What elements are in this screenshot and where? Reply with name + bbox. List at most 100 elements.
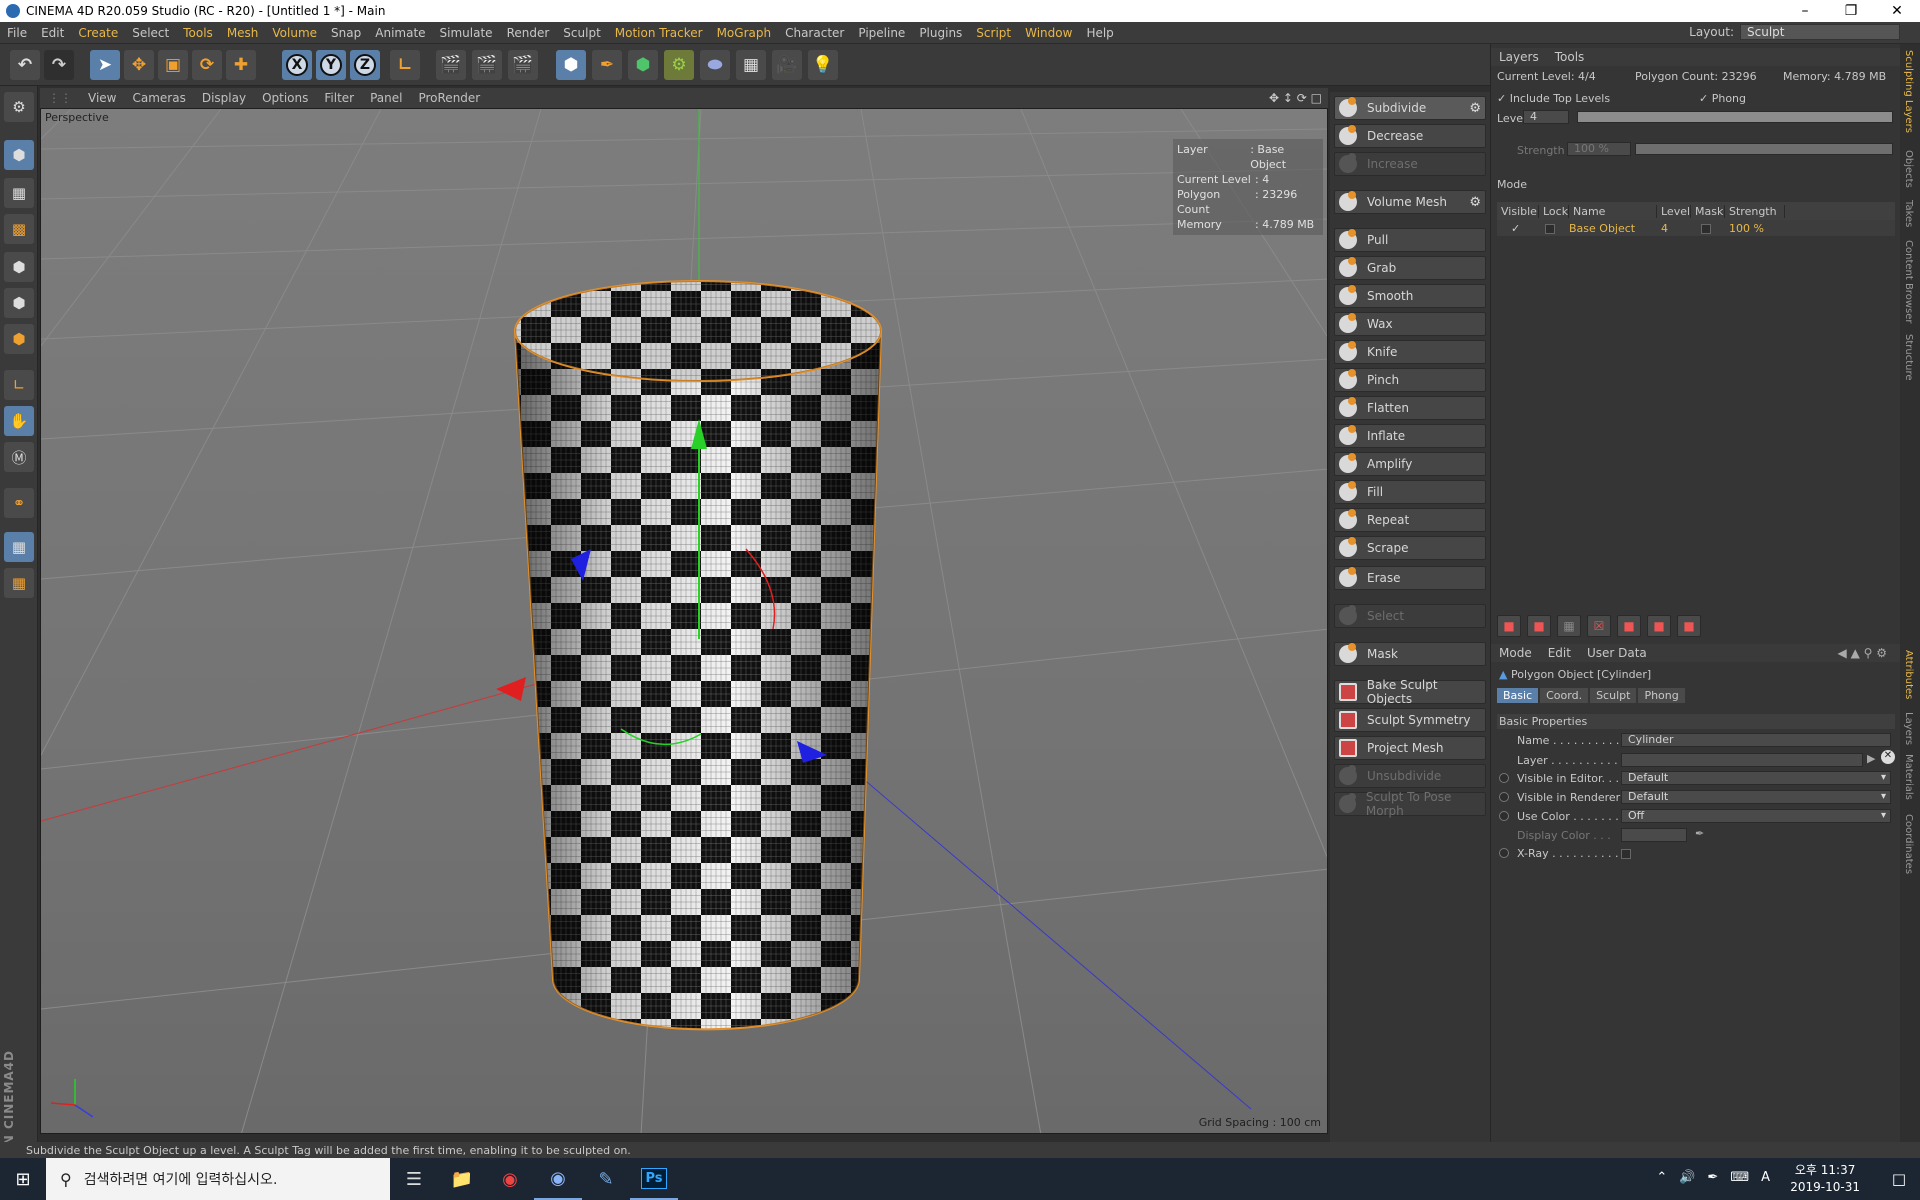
- vp-menu-display[interactable]: Display: [194, 91, 254, 105]
- menu-sculpt[interactable]: Sculpt: [556, 26, 607, 40]
- vis-renderer-radio[interactable]: [1499, 792, 1509, 802]
- layer-field[interactable]: [1621, 753, 1863, 767]
- decrease-button[interactable]: Decrease: [1334, 124, 1486, 148]
- locked-workplane-icon[interactable]: ▦: [4, 532, 34, 562]
- merge-layer-icon[interactable]: ■: [1647, 615, 1671, 637]
- chrome-icon[interactable]: ◉: [486, 1158, 534, 1200]
- vp-menu-options[interactable]: Options: [254, 91, 316, 105]
- copy-layer-icon[interactable]: ■: [1617, 615, 1641, 637]
- texture-mode-icon[interactable]: ▦: [4, 178, 34, 208]
- vis-editor-dropdown[interactable]: Default: [1621, 771, 1891, 785]
- task-view-icon[interactable]: ☰: [390, 1158, 438, 1200]
- brush-inflate-button[interactable]: Inflate: [1334, 424, 1486, 448]
- file-explorer-icon[interactable]: 📁: [438, 1158, 486, 1200]
- points-mode-icon[interactable]: ⬢: [4, 252, 34, 282]
- menu-select[interactable]: Select: [125, 26, 176, 40]
- mask-button[interactable]: Mask: [1334, 642, 1486, 666]
- layout-dropdown[interactable]: Sculpt: [1740, 24, 1900, 40]
- vtab-takes[interactable]: Takes: [1903, 200, 1914, 227]
- menu-mograph[interactable]: MoGraph: [710, 26, 779, 40]
- vtab-content-browser[interactable]: Content Browser: [1903, 240, 1914, 323]
- floor-icon[interactable]: ▦: [736, 50, 766, 80]
- visible-check-icon[interactable]: ✓: [1497, 222, 1539, 235]
- notification-icon[interactable]: □: [1892, 1170, 1906, 1188]
- subdivide-button[interactable]: Subdivide ⚙: [1334, 96, 1486, 120]
- recent-tool-icon[interactable]: ✚: [226, 50, 256, 80]
- trash-icon[interactable]: ▦: [1557, 615, 1581, 637]
- brush-amplify-button[interactable]: Amplify: [1334, 452, 1486, 476]
- brush-fill-button[interactable]: Fill: [1334, 480, 1486, 504]
- phong-checkbox[interactable]: ✓ Phong: [1699, 92, 1746, 105]
- volume-icon[interactable]: 🔊: [1679, 1170, 1695, 1185]
- vtab-structure[interactable]: Structure: [1903, 334, 1914, 381]
- menu-window[interactable]: Window: [1018, 26, 1079, 40]
- attr-nav-icons[interactable]: ◀ ▲ ⚲ ⚙: [1830, 646, 1895, 660]
- y-axis-lock-button[interactable]: Y: [316, 50, 346, 80]
- vtab-coordinates[interactable]: Coordinates: [1903, 814, 1914, 874]
- layer-name[interactable]: Base Object: [1569, 222, 1657, 235]
- cinema4d-icon[interactable]: ◉: [534, 1158, 582, 1200]
- delete-layer-icon[interactable]: ☒: [1587, 615, 1611, 637]
- vis-renderer-dropdown[interactable]: Default: [1621, 790, 1891, 804]
- vp-menu-prorender[interactable]: ProRender: [410, 91, 488, 105]
- menu-create[interactable]: Create: [71, 26, 125, 40]
- lock-checkbox[interactable]: [1539, 222, 1569, 235]
- sculpt-to-pose-morph-button[interactable]: Sculpt To Pose Morph: [1334, 790, 1486, 818]
- strength-slider[interactable]: [1635, 143, 1893, 155]
- use-color-dropdown[interactable]: Off: [1621, 809, 1891, 823]
- increase-button[interactable]: Increase: [1334, 152, 1486, 176]
- vtab-layers[interactable]: Layers: [1903, 712, 1914, 745]
- taskbar-clock[interactable]: 오후 11:37 2019-10-31: [1790, 1162, 1860, 1196]
- viewport-nav-icons[interactable]: ✥ ↕ ⟳ □: [1269, 91, 1322, 105]
- restore-button[interactable]: ❐: [1828, 0, 1874, 22]
- menu-character[interactable]: Character: [778, 26, 851, 40]
- camera-icon[interactable]: 🎥: [772, 50, 802, 80]
- light-icon[interactable]: 💡: [808, 50, 838, 80]
- polygons-mode-icon[interactable]: ⬢: [4, 324, 34, 354]
- brush-repeat-button[interactable]: Repeat: [1334, 508, 1486, 532]
- layer-reset-icon[interactable]: ✕: [1881, 750, 1895, 764]
- use-color-radio[interactable]: [1499, 811, 1509, 821]
- workplane-icon[interactable]: ▩: [4, 214, 34, 244]
- menu-script[interactable]: Script: [969, 26, 1018, 40]
- photoshop-icon[interactable]: Ps: [630, 1158, 678, 1200]
- brush-flatten-button[interactable]: Flatten: [1334, 396, 1486, 420]
- snapping-icon[interactable]: Ⓜ: [4, 442, 34, 472]
- chevron-up-icon[interactable]: ⌃: [1656, 1170, 1667, 1185]
- vp-menu-panel[interactable]: Panel: [362, 91, 410, 105]
- menu-help[interactable]: Help: [1079, 26, 1120, 40]
- menu-plugins[interactable]: Plugins: [912, 26, 969, 40]
- tab-tools[interactable]: Tools: [1547, 50, 1593, 64]
- taskbar-search[interactable]: ⚲ 검색하려면 여기에 입력하십시오.: [46, 1158, 390, 1200]
- menu-tools[interactable]: Tools: [176, 26, 220, 40]
- brush-scrape-button[interactable]: Scrape: [1334, 536, 1486, 560]
- cylinder-object[interactable]: [513, 280, 883, 1031]
- strength-input[interactable]: 100 %: [1567, 142, 1631, 156]
- menu-pipeline[interactable]: Pipeline: [851, 26, 912, 40]
- scale-icon[interactable]: ▣: [158, 50, 188, 80]
- select-button[interactable]: Select: [1334, 604, 1486, 628]
- tweak-mode-icon[interactable]: ✋: [4, 406, 34, 436]
- notepad-icon[interactable]: ✎: [582, 1158, 630, 1200]
- vtab-attributes[interactable]: Attributes: [1903, 650, 1914, 699]
- cloner-icon[interactable]: ⚙: [664, 50, 694, 80]
- ime-indicator[interactable]: A: [1761, 1170, 1770, 1185]
- vtab-objects[interactable]: Objects: [1903, 150, 1914, 188]
- include-top-levels-checkbox[interactable]: ✓ Include Top Levels: [1497, 92, 1610, 105]
- cube-icon[interactable]: ⬢: [556, 50, 586, 80]
- erase-button[interactable]: Erase: [1334, 566, 1486, 590]
- menu-edit[interactable]: Edit: [34, 26, 71, 40]
- close-button[interactable]: ✕: [1874, 0, 1920, 22]
- windows-start-icon[interactable]: ⊞: [0, 1158, 46, 1200]
- gear-icon[interactable]: ⚙: [1469, 195, 1481, 210]
- table-row[interactable]: ✓ Base Object 4 100 %: [1497, 220, 1895, 236]
- coordinate-system-icon[interactable]: ∟: [390, 50, 420, 80]
- gear-icon[interactable]: ⚙: [1469, 101, 1481, 116]
- menu-mesh[interactable]: Mesh: [220, 26, 266, 40]
- menu-volume[interactable]: Volume: [265, 26, 324, 40]
- vp-menu-filter[interactable]: Filter: [316, 91, 362, 105]
- deformer-icon[interactable]: ⬬: [700, 50, 730, 80]
- brush-grab-button[interactable]: Grab: [1334, 256, 1486, 280]
- attr-menu-mode[interactable]: Mode: [1491, 646, 1540, 660]
- tab-sculpt[interactable]: Sculpt: [1590, 688, 1637, 703]
